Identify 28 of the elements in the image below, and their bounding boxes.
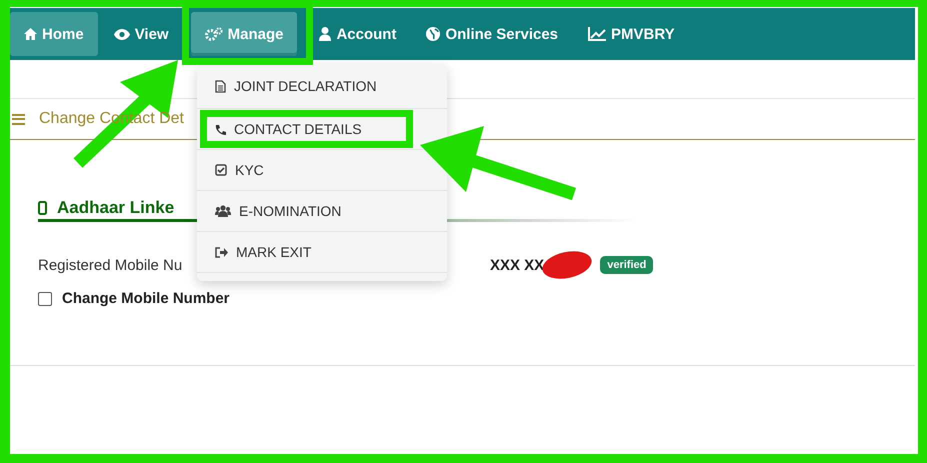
chart-icon	[588, 27, 606, 41]
checkbox-label: Change Mobile Number	[62, 290, 230, 307]
phone-icon	[215, 124, 226, 134]
menu-icon[interactable]	[12, 114, 25, 124]
users-icon	[215, 205, 231, 217]
nav-item[interactable]: Manage	[190, 12, 298, 56]
field-label: Registered Mobile Nu	[38, 256, 184, 274]
mobile-icon	[38, 201, 47, 215]
checkbox[interactable]	[38, 292, 52, 306]
nav-item[interactable]: Home	[10, 12, 98, 56]
nav-item[interactable]: PMVBRY	[574, 12, 689, 56]
checkbox-icon	[215, 164, 227, 176]
eye-icon	[114, 28, 130, 40]
nav-item[interactable]: Online Services	[412, 12, 572, 56]
menu-item[interactable]: MARK EXIT	[197, 232, 447, 273]
sign-out-icon	[215, 246, 228, 258]
mobile-number: XXX XX	[490, 256, 544, 274]
globe-icon	[426, 27, 440, 41]
section-title: Aadhaar Linke	[57, 198, 174, 218]
document-icon	[215, 80, 226, 92]
nav-item[interactable]: Account	[305, 12, 410, 56]
gears-icon	[204, 27, 223, 41]
menu-item[interactable]: JOINT DECLARATION	[197, 64, 447, 109]
verified-badge: verified	[600, 256, 654, 274]
home-icon	[24, 28, 37, 40]
menu-item[interactable]: E-NOMINATION	[197, 191, 447, 232]
nav-item[interactable]: View	[100, 12, 183, 56]
user-icon	[319, 27, 332, 41]
